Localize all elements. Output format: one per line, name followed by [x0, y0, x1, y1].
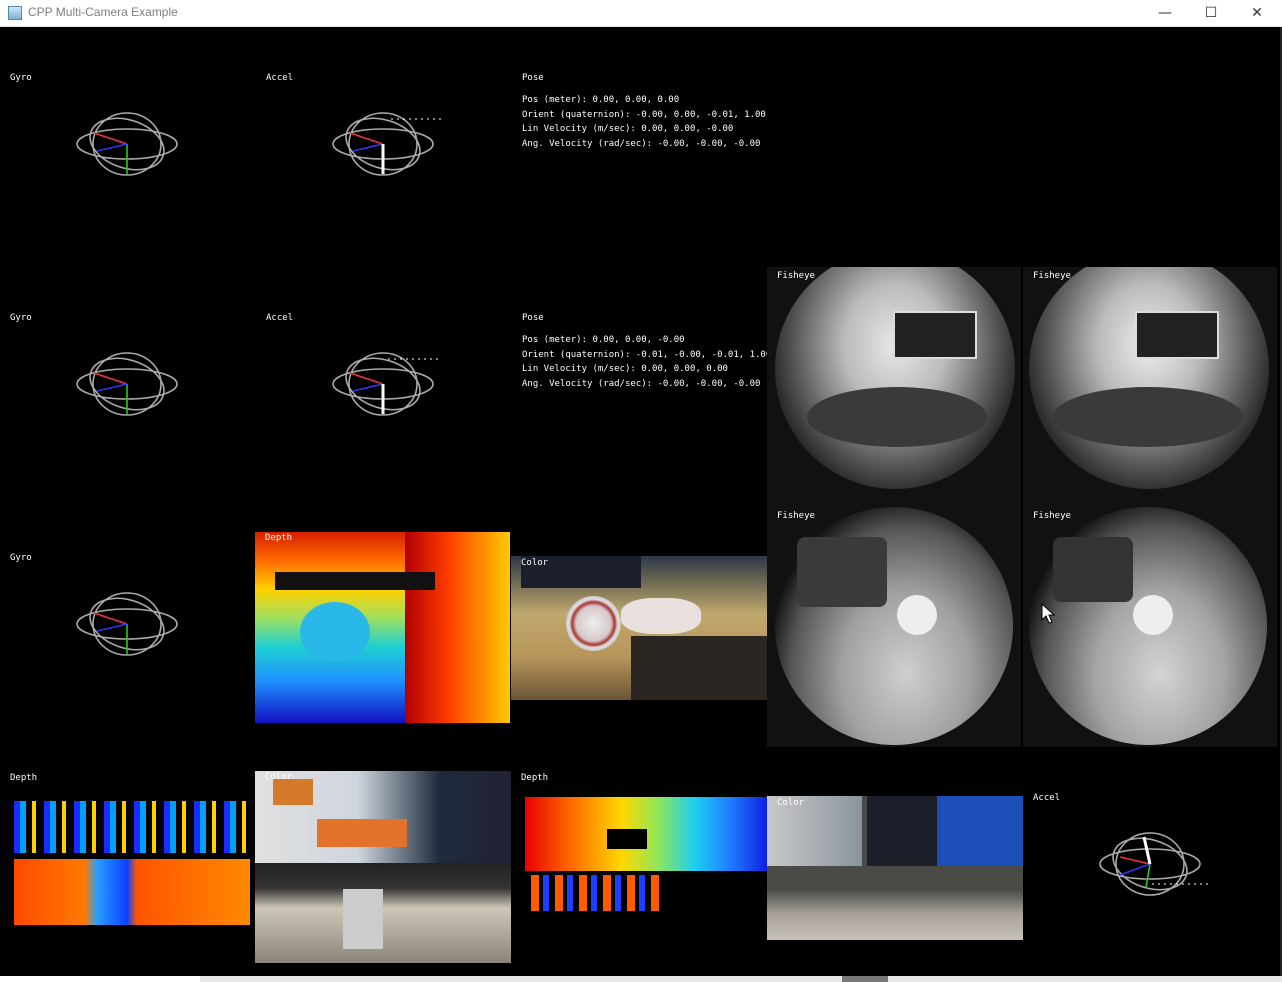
monitor-shape [1053, 537, 1133, 602]
color-panel-3: Color [767, 796, 1023, 940]
panel-label: Depth [10, 773, 38, 783]
monitor-shape [893, 311, 977, 359]
headphones-shape [897, 595, 937, 635]
minimize-button[interactable]: — [1142, 0, 1188, 26]
horizontal-scrollbar-marker [842, 976, 888, 982]
pose-position: Pos (meter): 0.00, 0.00, -0.00 [522, 335, 685, 345]
panel-label: Fisheye [1033, 271, 1071, 281]
fisheye-image [1029, 267, 1269, 489]
pose-linear-velocity: Lin Velocity (m/sec): 0.00, 0.00, 0.00 [522, 364, 728, 374]
panel-label: Accel [266, 73, 294, 83]
desk-shape [767, 888, 1023, 940]
gyro-panel-2: Gyro [0, 267, 256, 507]
gyro-axes-widget [76, 592, 178, 656]
depth-panel-3: Depth [511, 771, 767, 939]
monitor-stand [343, 889, 383, 949]
accel-panel-1: Accel [256, 27, 512, 267]
headphones-shape [566, 596, 621, 651]
fisheye-panel-3: Fisheye [767, 507, 1021, 747]
depth-region [275, 572, 435, 590]
monitor-screen [937, 796, 1023, 866]
depth-region [531, 875, 661, 911]
pose-position: Pos (meter): 0.00, 0.00, 0.00 [522, 95, 680, 105]
accel-panel-2: Accel [256, 267, 512, 507]
depth-region [14, 859, 250, 925]
pose-linear-velocity: Lin Velocity (m/sec): 0.00, 0.00, -0.00 [522, 124, 734, 134]
close-button[interactable]: ✕ [1234, 0, 1280, 26]
pose-angular-velocity: Ang. Velocity (rad/sec): -0.00, -0.00, -… [522, 378, 761, 389]
headphones-shape [621, 598, 701, 634]
fisheye-panel-1: Fisheye [767, 267, 1021, 507]
monitor-thumbnail [317, 819, 407, 847]
depth-region [300, 602, 370, 662]
pose-readout: Pos (meter): 0.00, 0.00, -0.00 Orient (qu… [522, 333, 768, 391]
accel-axes-widget [332, 112, 442, 176]
depth-region [607, 829, 647, 849]
panel-label: Gyro [10, 313, 32, 323]
fisheye-image [775, 267, 1015, 489]
depth-region [405, 532, 510, 723]
depth-region [14, 801, 250, 853]
panel-label: Depth [521, 773, 549, 783]
gyro-panel-1: Gyro [0, 27, 256, 267]
panel-label: Fisheye [777, 271, 815, 281]
monitor-screen [867, 796, 937, 866]
panel-label: Color [265, 772, 293, 782]
monitor-shape [1135, 311, 1219, 359]
pose-orientation: Orient (quaternion): -0.00, 0.00, -0.01,… [522, 109, 766, 120]
panel-label: Gyro [10, 73, 32, 83]
desk-shape [631, 636, 767, 700]
depth-panel-2: Depth [0, 771, 255, 941]
monitor-thumbnail [273, 779, 313, 805]
gyro-axes-widget [76, 112, 178, 176]
monitor-shape [797, 537, 887, 607]
desk-shape [807, 387, 987, 447]
maximize-button[interactable]: ☐ [1188, 0, 1234, 26]
fisheye-panel-4: Fisheye [1023, 507, 1277, 747]
panel-label: Depth [265, 533, 293, 543]
headphones-shape [1133, 595, 1173, 635]
pose-angular-velocity: Ang. Velocity (rad/sec): -0.00, -0.00, -… [522, 138, 761, 149]
panel-label: Color [521, 558, 549, 568]
accel-axes-widget [1099, 832, 1210, 896]
horizontal-scrollbar-thumb[interactable] [0, 976, 200, 982]
title-bar: CPP Multi-Camera Example — ☐ ✕ [0, 0, 1282, 27]
pose-readout: Pos (meter): 0.00, 0.00, 0.00 Orient (qua… [522, 93, 766, 151]
accel-panel-3: Accel [1023, 747, 1280, 976]
panel-label: Color [777, 798, 805, 808]
panel-label: Fisheye [777, 511, 815, 521]
depth-panel-1: Depth [255, 532, 510, 723]
panel-label: Gyro [10, 553, 32, 563]
gyro-panel-3: Gyro [0, 507, 256, 747]
desk-shape [255, 863, 511, 963]
panel-label: Accel [266, 313, 294, 323]
viewer-canvas[interactable]: Gyro Accel Pose Pos (meter): 0.00, 0.00,… [0, 27, 1280, 976]
desk-shape [1053, 387, 1243, 447]
panel-label: Accel [1033, 793, 1061, 803]
panel-label: Pose [522, 73, 544, 83]
mouse-cursor-icon [1041, 603, 1056, 624]
color-panel-1: Color [511, 556, 767, 700]
pose-panel-1: Pose Pos (meter): 0.00, 0.00, 0.00 Orient… [512, 27, 768, 267]
window-title: CPP Multi-Camera Example [28, 5, 178, 19]
panel-label: Fisheye [1033, 511, 1071, 521]
pose-orientation: Orient (quaternion): -0.01, -0.00, -0.01… [522, 349, 768, 360]
fisheye-panel-2: Fisheye [1023, 267, 1277, 507]
gyro-axes-widget [76, 352, 178, 416]
app-window-icon [8, 6, 22, 20]
panel-label: Pose [522, 313, 544, 323]
color-panel-2: Color [255, 771, 511, 963]
pose-panel-2: Pose Pos (meter): 0.00, 0.00, -0.00 Orien… [512, 267, 768, 507]
accel-axes-widget [332, 352, 442, 416]
